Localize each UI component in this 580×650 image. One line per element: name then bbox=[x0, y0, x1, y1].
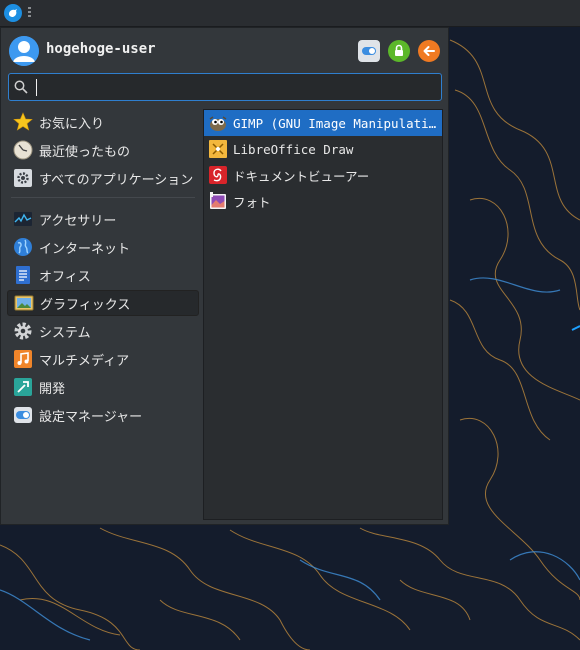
category-office[interactable]: オフィス bbox=[7, 262, 199, 288]
username: hogehoge-user bbox=[46, 41, 156, 57]
search-icon bbox=[14, 80, 28, 94]
globe-icon bbox=[13, 237, 33, 257]
log-out-icon bbox=[418, 40, 440, 62]
category-favorites[interactable]: お気に入り bbox=[7, 109, 199, 135]
category-recent[interactable]: 最近使ったもの bbox=[7, 137, 199, 163]
clock-icon bbox=[13, 140, 33, 160]
toggle-icon bbox=[362, 47, 376, 55]
app-gimp[interactable]: GIMP (GNU Image Manipulation Program) bbox=[204, 110, 442, 136]
category-accessories[interactable]: アクセサリー bbox=[7, 206, 199, 232]
category-settings-manager[interactable]: 設定マネージャー bbox=[7, 402, 199, 428]
application-list: GIMP (GNU Image Manipulation Program) Li… bbox=[203, 109, 443, 520]
photos-icon bbox=[208, 191, 228, 211]
gimp-icon bbox=[208, 113, 228, 133]
category-system[interactable]: システム bbox=[7, 318, 199, 344]
settings-manager-button[interactable] bbox=[358, 40, 380, 62]
star-icon bbox=[13, 112, 33, 132]
application-menu: hogehoge-user お気に入り 最近使ったもの すべてのアプリケーション… bbox=[0, 27, 449, 525]
lock-screen-button[interactable] bbox=[388, 40, 410, 62]
gear-icon bbox=[13, 168, 33, 188]
category-multimedia[interactable]: マルチメディア bbox=[7, 346, 199, 372]
category-development[interactable]: 開発 bbox=[7, 374, 199, 400]
category-graphics[interactable]: グラフィックス bbox=[7, 290, 199, 316]
user-avatar-icon[interactable] bbox=[9, 36, 39, 66]
text-cursor bbox=[36, 79, 37, 96]
xfce-mouse-icon bbox=[9, 9, 17, 17]
accessories-icon bbox=[13, 209, 33, 229]
app-photos[interactable]: フォト bbox=[204, 188, 442, 214]
category-internet[interactable]: インターネット bbox=[7, 234, 199, 260]
menu-header: hogehoge-user bbox=[9, 36, 443, 68]
search-field[interactable] bbox=[8, 73, 442, 101]
document-icon bbox=[13, 265, 33, 285]
draw-icon bbox=[208, 139, 228, 159]
gear-icon bbox=[13, 321, 33, 341]
category-all-applications[interactable]: すべてのアプリケーション bbox=[7, 165, 199, 191]
picture-icon bbox=[14, 293, 34, 313]
lock-icon bbox=[388, 40, 410, 62]
music-icon bbox=[13, 349, 33, 369]
log-out-button[interactable] bbox=[418, 40, 440, 62]
search-input[interactable] bbox=[35, 77, 435, 97]
hammer-icon bbox=[13, 377, 33, 397]
top-panel bbox=[0, 0, 580, 27]
toggle-icon bbox=[13, 405, 33, 425]
category-separator bbox=[11, 197, 195, 198]
app-libreoffice-draw[interactable]: LibreOffice Draw bbox=[204, 136, 442, 162]
whisker-menu-button[interactable] bbox=[4, 4, 22, 22]
panel-handle[interactable] bbox=[28, 7, 31, 19]
category-list: お気に入り 最近使ったもの すべてのアプリケーション アクセサリー インターネッ… bbox=[7, 109, 199, 430]
app-document-viewer[interactable]: ドキュメントビューアー bbox=[204, 162, 442, 188]
pdf-icon bbox=[208, 165, 228, 185]
